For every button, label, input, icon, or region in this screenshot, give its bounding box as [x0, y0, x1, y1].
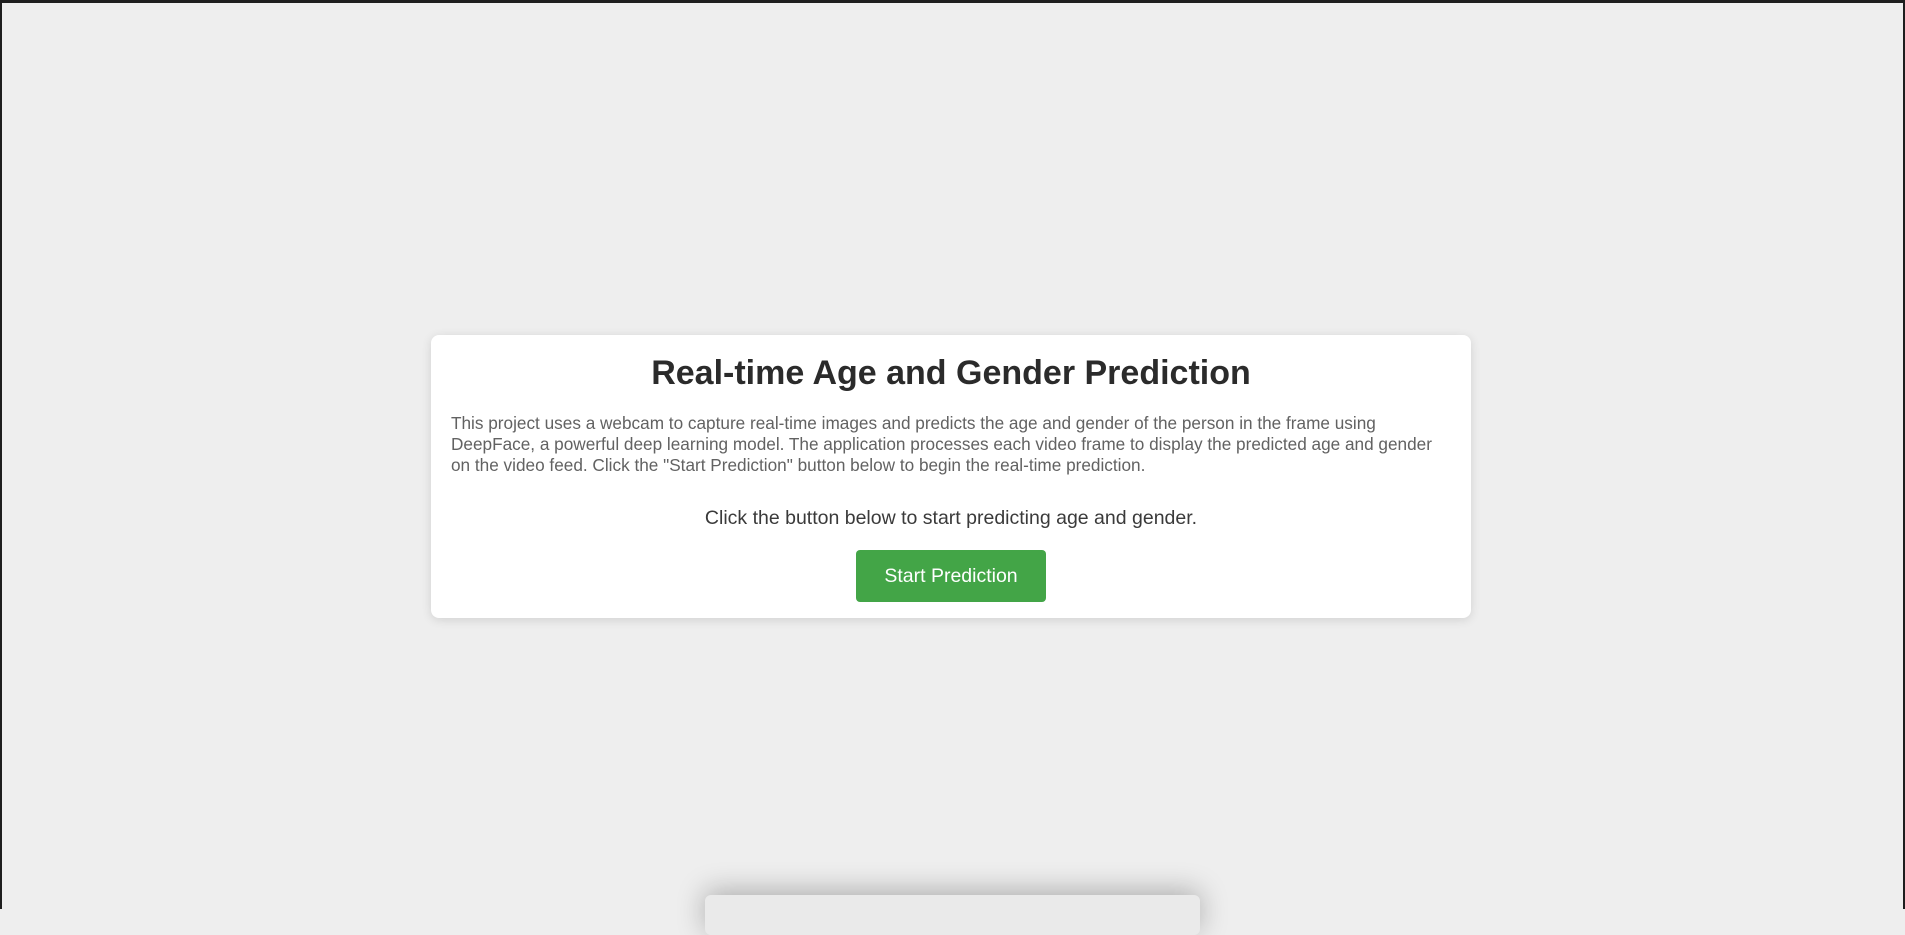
project-description: This project uses a webcam to capture re…	[451, 413, 1432, 475]
button-row: Start Prediction	[451, 550, 1451, 602]
start-prediction-button[interactable]: Start Prediction	[856, 550, 1046, 602]
page-title: Real-time Age and Gender Prediction	[651, 354, 1251, 392]
video-feed-container	[705, 895, 1200, 935]
start-prompt: Click the button below to start predicti…	[704, 507, 1198, 529]
prediction-card: Real-time Age and Gender Prediction This…	[431, 335, 1471, 618]
